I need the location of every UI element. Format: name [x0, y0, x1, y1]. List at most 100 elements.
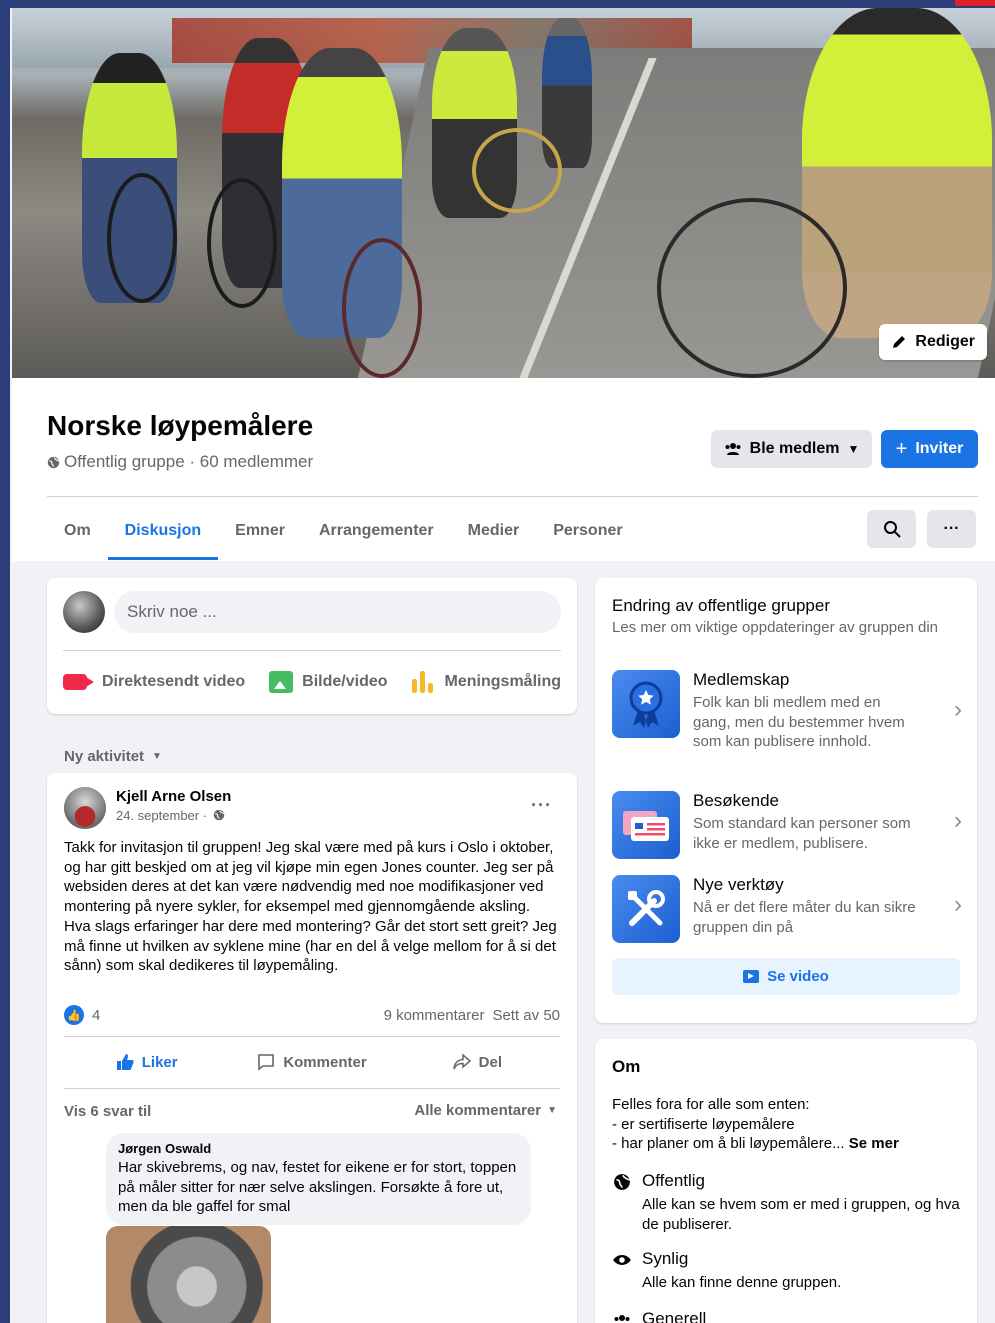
post-actions: Liker Kommenter Del — [64, 1040, 560, 1084]
post-date[interactable]: 24. september · — [116, 808, 225, 823]
chevron-right-icon: › — [954, 807, 962, 834]
feature-title: Medlemskap — [693, 670, 790, 689]
comment-text: Har skivebrems, og nav, festet for eiken… — [118, 1159, 517, 1216]
type-title: Generell — [642, 1309, 707, 1323]
share-icon — [452, 1053, 471, 1070]
tab-medier[interactable]: Medier — [451, 502, 537, 560]
group-meta: Offentlig gruppe · 60 medlemmer — [47, 452, 313, 472]
comment-photo[interactable] — [106, 1226, 271, 1323]
feature-desc: Som standard kan personer som ikke er me… — [693, 815, 911, 852]
comment-button[interactable]: Kommenter — [229, 1040, 394, 1084]
visibility-title: Synlig — [642, 1249, 689, 1268]
about-line: - er sertifiserte løypemålere — [612, 1115, 795, 1133]
globe-icon — [47, 456, 60, 468]
feed-post: Kjell Arne Olsen 24. september · ··· Tak… — [47, 773, 577, 1323]
group-meta-text: Offentlig gruppe · 60 medlemmer — [64, 452, 314, 471]
feed-sort-label: Ny aktivitet — [64, 748, 145, 765]
post-divider — [64, 1088, 560, 1089]
joined-label: Ble medlem — [749, 440, 840, 457]
caret-down-icon: ▼ — [847, 442, 860, 456]
thumbs-up-icon — [116, 1054, 134, 1070]
seen-count[interactable]: Sett av 50 — [492, 1007, 560, 1024]
tab-om[interactable]: Om — [47, 502, 108, 560]
play-icon — [743, 970, 760, 983]
poll-icon — [411, 671, 436, 693]
composer-input[interactable]: Skriv noe ... — [114, 591, 561, 633]
edit-cover-button[interactable]: Rediger — [879, 324, 987, 360]
comment-icon — [258, 1054, 275, 1071]
more-options-button[interactable]: ··· — [927, 510, 976, 548]
view-replies-link[interactable]: Vis 6 svar til — [64, 1103, 151, 1120]
about-line: Felles fora for alle som enten: — [612, 1096, 810, 1113]
caret-down-icon: ▼ — [152, 751, 162, 762]
commenter-avatar[interactable] — [64, 787, 106, 829]
group-header: Norske løypemålere Offentlig gruppe · 60… — [12, 378, 995, 561]
tab-emner[interactable]: Emner — [218, 502, 302, 560]
share-label: Del — [478, 1053, 502, 1071]
live-video-icon — [63, 674, 94, 690]
poll-label: Meningsmåling — [444, 673, 561, 690]
post-divider — [64, 1036, 560, 1037]
eye-icon — [613, 1255, 631, 1265]
post-author[interactable]: Kjell Arne Olsen — [116, 788, 231, 805]
members-icon — [725, 443, 741, 455]
invite-button[interactable]: + Inviter — [881, 430, 978, 468]
header-divider — [47, 496, 978, 497]
about-line: - har planer om å bli løypemålere... — [612, 1135, 845, 1153]
search-button[interactable] — [867, 510, 916, 548]
see-more-link[interactable]: Se mer — [849, 1135, 899, 1152]
comment-filter-dropdown[interactable]: Alle kommentarer ▼ — [414, 1102, 557, 1119]
poll-button[interactable]: Meningsmåling — [411, 671, 561, 693]
post-date-text: 24. september · — [116, 808, 208, 823]
photo-video-label: Bilde/video — [302, 673, 388, 690]
cover-photo: Rediger — [12, 8, 995, 378]
share-button[interactable]: Del — [395, 1040, 560, 1084]
comment-label: Kommenter — [283, 1053, 367, 1071]
feed-sort-dropdown[interactable]: Ny aktivitet ▼ — [64, 748, 162, 765]
reaction-count[interactable]: 👍 4 — [64, 1005, 100, 1025]
chevron-right-icon: › — [954, 696, 962, 723]
globe-icon — [213, 809, 224, 821]
feature-membership[interactable]: Medlemskap Folk kan bli medlem med en ga… — [612, 670, 962, 770]
about-privacy: Offentlig Alle kan se hvem som er med i … — [612, 1171, 962, 1233]
changes-title: Endring av offentlige grupper — [612, 596, 831, 615]
privacy-desc: Alle kan se hvem som er med i gruppen, o… — [642, 1196, 960, 1233]
pencil-icon — [893, 336, 906, 348]
see-video-label: Se video — [767, 968, 829, 985]
feature-title: Nye verktøy — [693, 875, 784, 894]
group-title: Norske løypemålere — [47, 410, 314, 441]
group-page: Rediger Norske løypemålere Offentlig gru… — [10, 8, 995, 1323]
comment-count[interactable]: 9 kommentarer — [384, 1007, 485, 1024]
comment-bubble: Jørgen Oswald Har skivebrems, og nav, fe… — [106, 1133, 531, 1225]
group-icon — [614, 1315, 630, 1321]
see-video-button[interactable]: Se video — [612, 958, 960, 995]
feature-visitors[interactable]: Besøkende Som standard kan personer som … — [612, 791, 962, 861]
caret-down-icon: ▼ — [547, 1105, 557, 1116]
like-button[interactable]: Liker — [64, 1040, 229, 1084]
avatar — [63, 591, 105, 633]
composer-divider — [63, 650, 561, 651]
post-text: Takk for invitasjon til gruppen! Jeg ska… — [64, 839, 557, 975]
group-changes-card: Endring av offentlige grupper Les mer om… — [595, 578, 977, 1023]
thumbs-up-icon: 👍 — [64, 1005, 84, 1025]
joined-button[interactable]: Ble medlem ▼ — [711, 430, 872, 468]
invite-label: Inviter — [915, 440, 964, 457]
tab-personer[interactable]: Personer — [536, 502, 639, 560]
post-more-icon[interactable]: ··· — [531, 795, 552, 816]
photo-video-button[interactable]: Bilde/video — [269, 671, 388, 693]
like-label: Liker — [141, 1053, 178, 1071]
tools-icon — [612, 875, 680, 943]
about-card: Om Felles fora for alle som enten: - er … — [595, 1039, 977, 1323]
window-corner-accent — [955, 0, 995, 6]
live-video-button[interactable]: Direktesendt video — [63, 673, 245, 691]
about-type: Generell — [612, 1309, 962, 1323]
globe-icon — [614, 1174, 630, 1190]
tab-diskusjon[interactable]: Diskusjon — [107, 502, 219, 560]
comment-filter-label: Alle kommentarer — [414, 1102, 542, 1119]
comment-author[interactable]: Jørgen Oswald — [118, 1141, 519, 1156]
badge-icon — [612, 670, 680, 738]
post-composer: Skriv noe ... Direktesendt video Bilde/v… — [47, 578, 577, 714]
tab-arrangementer[interactable]: Arrangementer — [302, 502, 451, 560]
feature-new-tools[interactable]: Nye verktøy Nå er det flere måter du kan… — [612, 875, 962, 945]
changes-subtitle: Les mer om viktige oppdateringer av grup… — [612, 619, 939, 636]
